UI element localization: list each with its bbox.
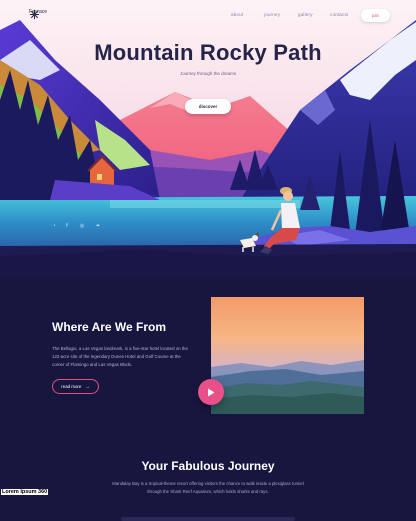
nav-link-journey[interactable]: journey (264, 12, 280, 17)
journey-title: Your Fabulous Journey (141, 459, 275, 473)
landscape-image (211, 297, 364, 414)
where-body: The Bellagio, a Las Vegas landmark, is a… (52, 346, 188, 367)
twitter-icon[interactable]: ❧ (94, 222, 102, 230)
instagram-icon[interactable]: ◎ (78, 222, 86, 230)
hero-section: Fevrace about journey gallery contacts j… (0, 0, 416, 278)
watermark: Lorem Ipsum 360 (1, 489, 49, 495)
read-more-label: read more (61, 384, 82, 389)
logo[interactable]: Fevrace (29, 9, 47, 20)
landscape-photo (211, 297, 364, 414)
arrow-right-icon: → (85, 384, 90, 389)
hero-subtitle: Journey through the dreams (179, 71, 237, 76)
join-button[interactable]: join (361, 9, 390, 22)
read-more-button[interactable]: read more → (52, 379, 99, 394)
logo-icon (29, 9, 40, 20)
play-button[interactable] (198, 379, 224, 405)
top-nav: Fevrace about journey gallery contacts j… (0, 0, 416, 30)
where-title: Where Are We From (52, 320, 167, 334)
page: Fevrace about journey gallery contacts j… (0, 0, 416, 521)
bottom-divider (121, 517, 295, 521)
hero-title: Mountain Rocky Path (94, 40, 322, 65)
nav-link-contacts[interactable]: contacts (330, 12, 348, 17)
facebook-icon[interactable]: f (63, 222, 71, 230)
nav-link-gallery[interactable]: gallery (298, 12, 313, 17)
discover-button[interactable]: discover (185, 99, 231, 114)
journey-body: Mandalay Bay is a tropical-theme resort … (112, 481, 304, 494)
play-icon (208, 388, 215, 396)
rss-icon[interactable]: ◔ (50, 222, 58, 230)
nav-link-about[interactable]: about (231, 12, 243, 17)
